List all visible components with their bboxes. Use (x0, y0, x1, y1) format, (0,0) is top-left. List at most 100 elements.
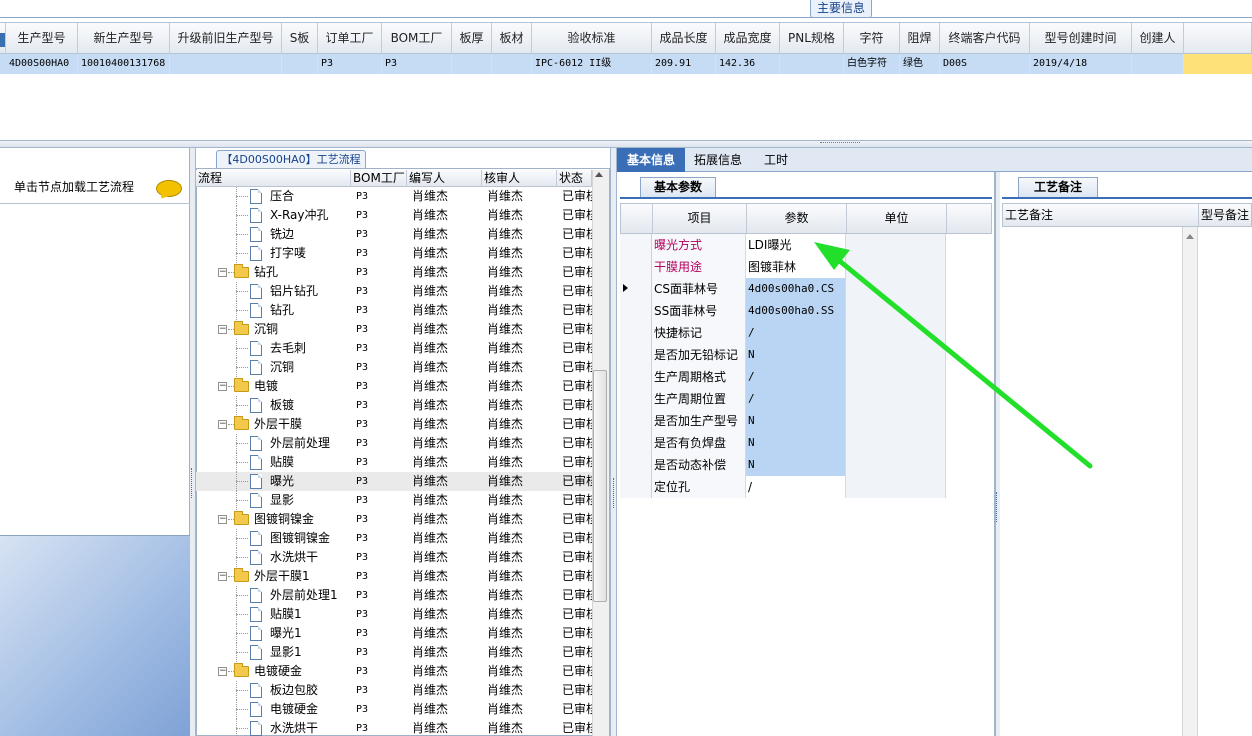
horizontal-splitter[interactable] (0, 140, 1252, 148)
params-row[interactable]: 曝光方式 LDI曝光 (620, 234, 992, 256)
param-unit[interactable] (846, 278, 946, 300)
tree-row[interactable]: 曝光 P3 肖维杰 肖维杰 已审核 (196, 472, 592, 491)
params-row[interactable]: 快捷标记 / (620, 322, 992, 344)
notes-tab[interactable]: 工艺备注 (1018, 177, 1098, 197)
tree-row[interactable]: − 电镀 P3 肖维杰 肖维杰 已审核 (196, 377, 592, 396)
splitter-grip[interactable] (191, 468, 194, 498)
tree-row[interactable]: 曝光1 P3 肖维杰 肖维杰 已审核 (196, 624, 592, 643)
grid-header-cell[interactable]: S板 (282, 23, 318, 54)
grid-header-cell[interactable]: 板材 (492, 23, 532, 54)
tree-header-cell[interactable]: BOM工厂 (351, 170, 407, 187)
tree-row[interactable]: 电镀硬金 P3 肖维杰 肖维杰 已审核 (196, 700, 592, 719)
tree-row[interactable]: 钻孔 P3 肖维杰 肖维杰 已审核 (196, 301, 592, 320)
grid-cell[interactable]: P3 (382, 54, 452, 74)
tree-scroll-thumb[interactable] (593, 370, 607, 602)
grid-header-cell[interactable]: PNL规格 (780, 23, 844, 54)
scroll-up-arrow-icon[interactable] (595, 172, 603, 177)
params-row[interactable]: 是否加生产型号 N (620, 410, 992, 432)
grid-cell[interactable] (282, 54, 318, 74)
tree-row[interactable]: − 沉铜 P3 肖维杰 肖维杰 已审核 (196, 320, 592, 339)
params-header-unit[interactable]: 单位 (847, 204, 947, 233)
params-header-item[interactable]: 项目 (653, 204, 747, 233)
tree-row[interactable]: 贴膜1 P3 肖维杰 肖维杰 已审核 (196, 605, 592, 624)
tree-row[interactable]: 板镀 P3 肖维杰 肖维杰 已审核 (196, 396, 592, 415)
collapse-toggle-icon[interactable]: − (218, 325, 227, 334)
tree-header-cell[interactable]: 编写人 (407, 170, 482, 187)
param-unit[interactable] (846, 256, 946, 278)
params-row[interactable]: SS面菲林号 4d00s00ha0.SS (620, 300, 992, 322)
tree-row[interactable]: 打字唛 P3 肖维杰 肖维杰 已审核 (196, 244, 592, 263)
grid-header-cell[interactable]: 订单工厂 (318, 23, 382, 54)
params-row[interactable]: 是否有负焊盘 N (620, 432, 992, 454)
param-unit[interactable] (846, 454, 946, 476)
tree-row[interactable]: − 电镀硬金 P3 肖维杰 肖维杰 已审核 (196, 662, 592, 681)
grid-header-cell[interactable] (1184, 23, 1252, 54)
notes-header-process[interactable]: 工艺备注 (1003, 204, 1199, 226)
param-value[interactable]: / (746, 322, 846, 344)
notes-scrollbar[interactable] (1182, 227, 1198, 736)
param-unit[interactable] (846, 344, 946, 366)
param-value[interactable]: / (746, 476, 846, 498)
grid-cell[interactable]: 绿色 (900, 54, 940, 74)
param-value[interactable]: 4d00s00ha0.CS (746, 278, 846, 300)
params-tab[interactable]: 基本参数 (640, 177, 716, 197)
tree-row[interactable]: 显影 P3 肖维杰 肖维杰 已审核 (196, 491, 592, 510)
notes-header-model[interactable]: 型号备注 (1199, 204, 1252, 226)
tree-header-cell[interactable]: 流程 (196, 170, 351, 187)
tree-row[interactable]: 水洗烘干 P3 肖维杰 肖维杰 已审核 (196, 719, 592, 736)
param-unit[interactable] (846, 366, 946, 388)
grid-cell[interactable]: 白色字符 (844, 54, 900, 74)
param-unit[interactable] (846, 432, 946, 454)
splitter-grip[interactable] (820, 142, 860, 145)
grid-cell[interactable]: D00S (940, 54, 1030, 74)
grid-cell[interactable]: IPC-6012 II级 (532, 54, 652, 74)
param-unit[interactable] (846, 300, 946, 322)
params-row[interactable]: 生产周期格式 / (620, 366, 992, 388)
tree-row[interactable]: 外层前处理 P3 肖维杰 肖维杰 已审核 (196, 434, 592, 453)
grid-header-cell[interactable]: 创建人 (1132, 23, 1184, 54)
grid-cell[interactable]: 2019/4/18 (1030, 54, 1132, 74)
tree-row[interactable]: 去毛刺 P3 肖维杰 肖维杰 已审核 (196, 339, 592, 358)
tree-row[interactable]: 板边包胶 P3 肖维杰 肖维杰 已审核 (196, 681, 592, 700)
tree-row[interactable]: 铣边 P3 肖维杰 肖维杰 已审核 (196, 225, 592, 244)
collapse-toggle-icon[interactable]: − (218, 667, 227, 676)
grid-cell[interactable]: P3 (318, 54, 382, 74)
collapse-toggle-icon[interactable]: − (218, 515, 227, 524)
params-row[interactable]: 干膜用途 图镀菲林 (620, 256, 992, 278)
splitter-grip[interactable] (996, 492, 999, 522)
grid-cell[interactable] (780, 54, 844, 74)
grid-header-cell[interactable]: 板厚 (452, 23, 492, 54)
tree-header-cell[interactable]: 状态 (557, 170, 592, 187)
tree-row[interactable]: − 钻孔 P3 肖维杰 肖维杰 已审核 (196, 263, 592, 282)
grid-cell[interactable]: 209.91 (652, 54, 716, 74)
grid-cell[interactable] (170, 54, 282, 74)
tree-row[interactable]: 外层前处理1 P3 肖维杰 肖维杰 已审核 (196, 586, 592, 605)
tree-row[interactable]: 图镀铜镍金 P3 肖维杰 肖维杰 已审核 (196, 529, 592, 548)
grid-header-cell[interactable]: 验收标准 (532, 23, 652, 54)
splitter-grip[interactable] (613, 478, 616, 508)
param-unit[interactable] (846, 410, 946, 432)
main-grid-row[interactable]: 4D00S00HA0 10010400131768 P3 P3 IPC-6012 II级… (0, 54, 1252, 74)
collapse-toggle-icon[interactable]: − (218, 572, 227, 581)
grid-header-cell[interactable]: 型号创建时间 (1030, 23, 1132, 54)
tab-extended-info[interactable]: 拓展信息 (688, 148, 748, 172)
param-value[interactable]: LDI曝光 (746, 234, 846, 256)
params-row[interactable]: 定位孔 / (620, 476, 992, 498)
param-value[interactable]: / (746, 366, 846, 388)
grid-header-cell[interactable]: 成品长度 (652, 23, 716, 54)
param-value[interactable]: N (746, 454, 846, 476)
tree-row[interactable]: − 外层干膜 P3 肖维杰 肖维杰 已审核 (196, 415, 592, 434)
grid-row-highlight-cell[interactable] (1184, 54, 1252, 74)
grid-header-cell[interactable]: 新生产型号 (78, 23, 170, 54)
collapse-toggle-icon[interactable]: − (218, 420, 227, 429)
grid-header-cell[interactable]: 字符 (844, 23, 900, 54)
tree-row[interactable]: 铝片钻孔 P3 肖维杰 肖维杰 已审核 (196, 282, 592, 301)
params-row[interactable]: CS面菲林号 4d00s00ha0.CS (620, 278, 992, 300)
param-value[interactable]: N (746, 432, 846, 454)
collapse-toggle-icon[interactable]: − (218, 382, 227, 391)
tab-basic-info[interactable]: 基本信息 (617, 148, 685, 172)
tree-row[interactable]: 压合 P3 肖维杰 肖维杰 已审核 (196, 187, 592, 206)
collapse-toggle-icon[interactable]: − (218, 268, 227, 277)
param-value[interactable]: N (746, 410, 846, 432)
grid-header-cell[interactable]: 生产型号 (6, 23, 78, 54)
